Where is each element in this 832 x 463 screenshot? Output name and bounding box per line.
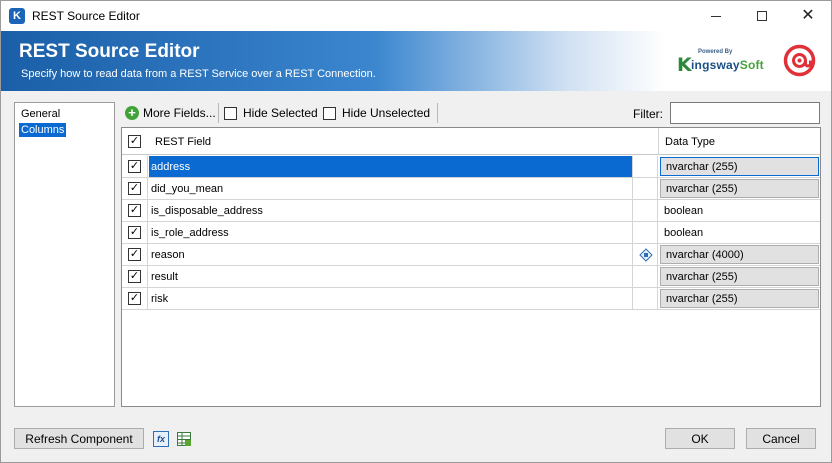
row-icon-cell xyxy=(634,244,658,265)
banner-subtitle: Specify how to read data from a REST Ser… xyxy=(21,68,376,80)
header-rest-field[interactable]: REST Field xyxy=(155,128,211,155)
table-row[interactable]: ✓ is_role_address boolean xyxy=(122,222,820,244)
row-checkbox-cell: ✓ xyxy=(122,200,148,221)
rest-field-cell[interactable]: address xyxy=(149,156,633,177)
app-icon: K xyxy=(9,8,25,24)
logo-name-main: ingsway xyxy=(691,58,740,72)
nav-item-columns[interactable]: Columns xyxy=(19,123,67,137)
rest-source-editor-window: K REST Source Editor ✕ REST Source Edito… xyxy=(0,0,832,463)
data-type-button[interactable]: nvarchar (255) xyxy=(660,267,819,286)
nav-item-general[interactable]: General xyxy=(19,107,62,121)
expression-icon[interactable]: fx xyxy=(153,431,169,447)
header-data-type[interactable]: Data Type xyxy=(665,128,715,155)
more-fields-label: More Fields... xyxy=(143,106,216,120)
row-icon-cell xyxy=(634,156,658,177)
row-checkbox-cell: ✓ xyxy=(122,244,148,265)
rest-field-cell[interactable]: did_you_mean xyxy=(149,178,633,199)
rest-field-cell[interactable]: reason xyxy=(149,244,633,265)
row-checkbox-cell: ✓ xyxy=(122,178,148,199)
rest-field-cell[interactable]: result xyxy=(149,266,633,287)
row-checkbox-cell: ✓ xyxy=(122,156,148,177)
logo-name-soft: Soft xyxy=(739,58,764,72)
data-type-cell: boolean xyxy=(659,222,820,243)
row-icon-cell xyxy=(634,288,658,309)
row-icon-cell xyxy=(634,178,658,199)
table-row[interactable]: ✓ address nvarchar (255) xyxy=(122,156,820,178)
data-type-text: boolean xyxy=(664,226,704,239)
maximize-button[interactable] xyxy=(739,1,785,31)
header-banner: REST Source Editor Specify how to read d… xyxy=(1,31,831,91)
hide-unselected-toggle[interactable]: Hide Unselected xyxy=(323,104,430,122)
minimize-button[interactable] xyxy=(693,1,739,31)
data-type-button[interactable]: nvarchar (255) xyxy=(660,179,819,198)
row-icon-cell xyxy=(634,200,658,221)
filter-label: Filter: xyxy=(633,107,663,121)
row-checkbox-cell: ✓ xyxy=(122,288,148,309)
logo-k: K xyxy=(677,54,692,76)
row-checkbox[interactable]: ✓ xyxy=(128,182,141,195)
window-title: REST Source Editor xyxy=(32,9,140,23)
grid-header: ✓ REST Field Data Type xyxy=(122,128,820,155)
page-nav: General Columns xyxy=(14,102,115,407)
hide-selected-checkbox[interactable] xyxy=(224,106,237,120)
hide-selected-toggle[interactable]: Hide Selected xyxy=(224,104,318,122)
row-checkbox[interactable]: ✓ xyxy=(128,204,141,217)
data-type-button[interactable]: nvarchar (255) xyxy=(660,289,819,308)
toolbar-divider xyxy=(437,103,438,123)
row-checkbox-cell: ✓ xyxy=(122,266,148,287)
table-row[interactable]: ✓ is_disposable_address boolean xyxy=(122,200,820,222)
rest-field-cell[interactable]: risk xyxy=(149,288,633,309)
refresh-component-button[interactable]: Refresh Component xyxy=(14,428,144,449)
logo-powered-by: Powered By xyxy=(698,49,733,55)
hide-selected-label: Hide Selected xyxy=(243,106,318,120)
row-checkbox-cell: ✓ xyxy=(122,222,148,243)
data-type-cell: nvarchar (255) xyxy=(659,266,820,287)
more-fields-button[interactable]: + More Fields... xyxy=(125,104,216,122)
info-diamond-icon[interactable] xyxy=(638,247,653,262)
header-divider xyxy=(658,128,659,155)
table-row[interactable]: ✓ did_you_mean nvarchar (255) xyxy=(122,178,820,200)
row-checkbox[interactable]: ✓ xyxy=(128,270,141,283)
data-type-cell: nvarchar (255) xyxy=(659,288,820,309)
minimize-icon xyxy=(711,15,721,17)
row-checkbox[interactable]: ✓ xyxy=(128,292,141,305)
filter-input[interactable] xyxy=(670,102,820,124)
table-row[interactable]: ✓ reason nvarchar (4000) xyxy=(122,244,820,266)
row-checkbox[interactable]: ✓ xyxy=(128,248,141,261)
data-type-cell: nvarchar (255) xyxy=(659,178,820,199)
rest-field-cell[interactable]: is_disposable_address xyxy=(149,200,633,221)
data-type-cell: nvarchar (255) xyxy=(659,156,820,177)
select-all-checkbox[interactable]: ✓ xyxy=(128,135,141,148)
ok-button[interactable]: OK xyxy=(665,428,735,449)
columns-toolbar: + More Fields... Hide Selected Hide Unse… xyxy=(121,102,821,124)
hide-unselected-checkbox[interactable] xyxy=(323,106,336,120)
close-icon: ✕ xyxy=(801,7,815,24)
select-all-cell: ✓ xyxy=(128,128,142,155)
close-button[interactable]: ✕ xyxy=(785,1,831,31)
hide-unselected-label: Hide Unselected xyxy=(342,106,431,120)
row-checkbox[interactable]: ✓ xyxy=(128,226,141,239)
row-icon-cell xyxy=(634,266,658,287)
data-type-cell: nvarchar (4000) xyxy=(659,244,820,265)
rest-field-cell[interactable]: is_role_address xyxy=(149,222,633,243)
columns-grid: ✓ REST Field Data Type ✓ address nvarchar … xyxy=(121,127,821,407)
add-icon: + xyxy=(125,106,139,120)
row-checkbox[interactable]: ✓ xyxy=(128,160,141,173)
data-type-cell: boolean xyxy=(659,200,820,221)
table-row[interactable]: ✓ result nvarchar (255) xyxy=(122,266,820,288)
kingswaysoft-logo: Powered By K ingswaySoft xyxy=(675,45,765,79)
banner-title: REST Source Editor xyxy=(19,41,200,62)
maximize-icon xyxy=(757,11,767,21)
cancel-button[interactable]: Cancel xyxy=(746,428,816,449)
data-type-button[interactable]: nvarchar (4000) xyxy=(660,245,819,264)
data-type-button[interactable]: nvarchar (255) xyxy=(660,157,819,176)
mailgun-badge-icon xyxy=(783,44,816,77)
title-bar: K REST Source Editor ✕ xyxy=(1,1,831,31)
toolbar-divider xyxy=(218,103,219,123)
spreadsheet-icon[interactable] xyxy=(176,431,192,447)
table-row[interactable]: ✓ risk nvarchar (255) xyxy=(122,288,820,310)
logo-name: ingswaySoft xyxy=(691,58,764,72)
data-type-text: boolean xyxy=(664,204,704,217)
row-icon-cell xyxy=(634,222,658,243)
